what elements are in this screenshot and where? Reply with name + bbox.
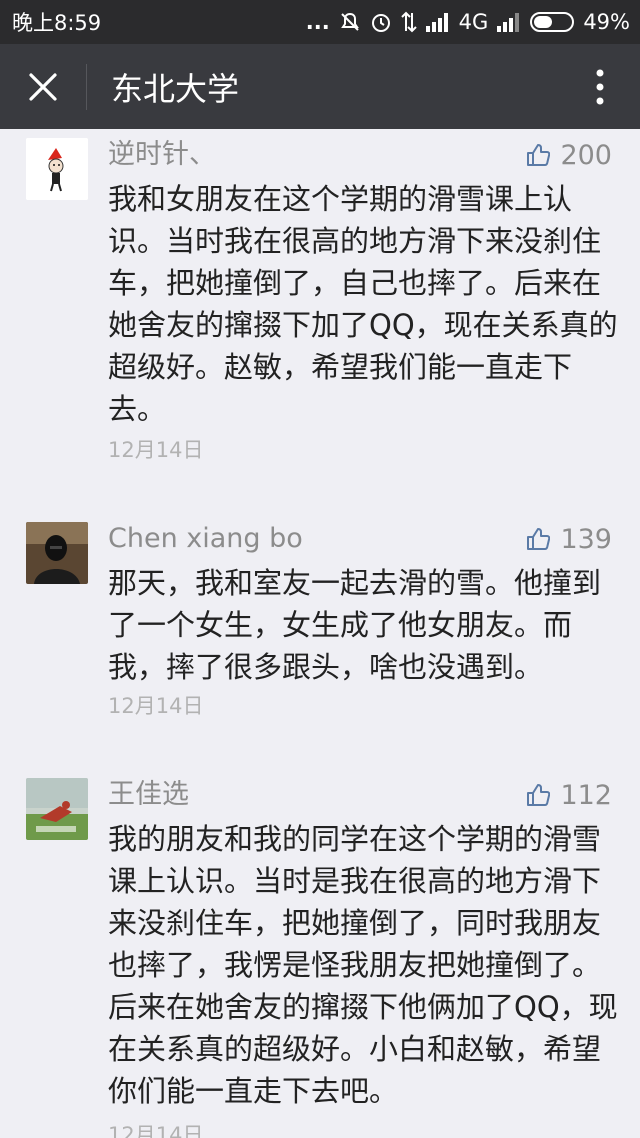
comment-line: 课上认识。当时是我在很高的地方滑下 (108, 864, 602, 898)
comment-line: 车，把她撞倒了，自己也摔了。后来在 (108, 266, 602, 300)
close-button[interactable] (0, 44, 86, 129)
comment-list[interactable]: 逆时针、 200 我和女朋友在这个学期的滑雪课上认 识。当时我在很高的地方滑下来… (0, 129, 640, 1138)
comment-line: 超级好。赵敏，希望我们能一直走下 (108, 350, 573, 384)
page-title: 东北大学 (111, 69, 240, 108)
like-count: 200 (560, 139, 612, 171)
status-bar: 晚上8:59 ... 4G 49% (0, 0, 640, 44)
like-button[interactable]: 112 (526, 778, 612, 812)
comment-line: 后来在她舍友的撺掇下他俩加了QQ，现 (108, 990, 618, 1024)
comment-line: 我，摔了很多跟头，啥也没遇到。 (108, 650, 544, 684)
status-dots: ... (305, 10, 330, 34)
status-time: 晚上8:59 (12, 11, 102, 35)
comment-line: 了一个女生，女生成了他女朋友。而 (108, 608, 573, 642)
comment-item: 王佳选 112 我的朋友和我的同学在这个学期的滑雪 课上认识。当时是我在很高的地… (0, 769, 640, 1138)
thumbs-up-icon (527, 784, 551, 806)
mute-icon (339, 11, 361, 33)
comment-author: 王佳选 (108, 779, 189, 810)
comment-date: 12月14日 (108, 438, 204, 462)
title-divider (86, 63, 87, 110)
comment-line: 也摔了，我愣是怪我朋友把她撞倒了。 (108, 948, 602, 982)
data-transfer-icon (400, 11, 417, 33)
comment-line: 在关系真的超级好。小白和赵敏，希望 (108, 1032, 602, 1066)
thumbs-up-icon (527, 528, 551, 550)
network-type: 4G (458, 10, 489, 34)
signal-icon (425, 12, 450, 32)
comment-author: Chen xiang bo (108, 523, 303, 554)
comment-line: 你们能一直走下去吧。 (108, 1074, 399, 1108)
comment-line: 来没刹住车，把她撞倒了，同时我朋友 (108, 906, 602, 940)
alarm-icon (370, 11, 392, 33)
like-button[interactable]: 139 (526, 522, 612, 556)
comment-text: 我和女朋友在这个学期的滑雪课上认 识。当时我在很高的地方滑下来没刹住 车，把她撞… (108, 178, 618, 430)
comment-line: 那天，我和室友一起去滑的雪。他撞到 (108, 566, 602, 600)
close-icon (29, 72, 57, 101)
signal-icon-2 (497, 12, 521, 32)
comment-line: 我的朋友和我的同学在这个学期的滑雪 (108, 822, 602, 856)
more-vertical-icon (596, 69, 604, 104)
comment-text: 那天，我和室友一起去滑的雪。他撞到 了一个女生，女生成了他女朋友。而 我，摔了很… (108, 562, 608, 688)
thumbs-up-icon (527, 144, 551, 166)
comment-line: 我和女朋友在这个学期的滑雪课上认 (108, 182, 573, 216)
more-button[interactable] (560, 44, 640, 129)
comment-line: 她舍友的撺掇下加了QQ，现在关系真的 (108, 308, 618, 342)
comment-line: 识。当时我在很高的地方滑下来没刹住 (108, 224, 602, 258)
comment-item: Chen xiang bo 139 那天，我和室友一起去滑的雪。他撞到 了一个女… (0, 513, 640, 728)
comment-item: 逆时针、 200 我和女朋友在这个学期的滑雪课上认 识。当时我在很高的地方滑下来… (0, 129, 640, 474)
comment-author: 逆时针、 (108, 139, 216, 170)
title-bar: 东北大学 (0, 44, 640, 129)
comment-date: 12月14日 (108, 694, 204, 718)
like-count: 139 (560, 523, 612, 555)
battery-percent: 49% (583, 10, 630, 34)
avatar[interactable] (26, 138, 88, 200)
status-icons: ... 4G 49% (306, 10, 630, 34)
comment-date: 12月14日 (108, 1123, 204, 1138)
like-button[interactable]: 200 (526, 138, 612, 172)
avatar[interactable] (26, 522, 88, 584)
avatar[interactable] (26, 778, 88, 840)
comment-text: 我的朋友和我的同学在这个学期的滑雪 课上认识。当时是我在很高的地方滑下 来没刹住… (108, 818, 618, 1112)
comment-line: 去。 (108, 392, 167, 426)
battery-icon (530, 12, 575, 32)
like-count: 112 (560, 779, 612, 811)
